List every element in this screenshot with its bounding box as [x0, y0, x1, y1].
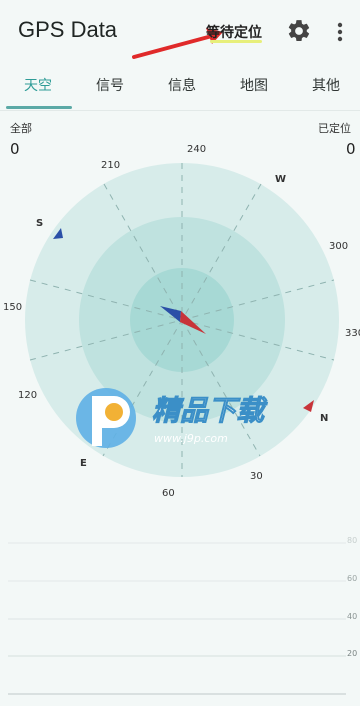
gear-icon[interactable]	[286, 18, 312, 44]
more-options-icon[interactable]	[330, 20, 350, 44]
status-highlight	[210, 40, 262, 43]
tab-bar: 天空 信号 信息 地图 其他	[0, 62, 360, 110]
azimuth-label-e: E	[80, 458, 87, 469]
app-title: GPS Data	[18, 17, 118, 42]
azimuth-label-30: 30	[250, 471, 263, 482]
fix-status: 等待定位	[206, 25, 262, 41]
azimuth-label-300: 300	[329, 241, 348, 252]
tab-signal[interactable]: 信号	[74, 62, 146, 110]
azimuth-label-330: 330	[345, 328, 360, 339]
plot-tick-20: 20	[347, 649, 357, 658]
plot-tick-60: 60	[347, 574, 357, 583]
tab-indicator	[6, 106, 72, 109]
azimuth-label-s: S	[36, 218, 43, 229]
watermark-url: www.j9p.com	[154, 432, 228, 445]
tab-map[interactable]: 地图	[218, 62, 290, 110]
azimuth-label-w: W	[275, 174, 286, 185]
plot-tick-80: 80	[347, 536, 357, 545]
plot-tick-40: 40	[347, 612, 357, 621]
azimuth-label-210: 210	[101, 160, 120, 171]
azimuth-label-n: N	[320, 413, 328, 424]
app-bar: GPS Data 等待定位	[0, 0, 360, 62]
azimuth-label-240: 240	[187, 144, 206, 155]
azimuth-label-120: 120	[18, 390, 37, 401]
sky-view: 240 210 W 300 S 150 330 120 N E 30 60	[3, 144, 360, 499]
tab-info[interactable]: 信息	[146, 62, 218, 110]
azimuth-label-60: 60	[162, 488, 175, 499]
watermark-title: 精品下载	[152, 394, 268, 427]
signal-plot: 80 60 40 20	[8, 536, 357, 695]
divider	[0, 110, 360, 111]
watermark-logo: 精品下载 www.j9p.com	[76, 388, 269, 448]
tab-sky[interactable]: 天空	[0, 62, 76, 110]
tab-other[interactable]: 其他	[290, 62, 360, 110]
azimuth-label-150: 150	[3, 302, 22, 313]
